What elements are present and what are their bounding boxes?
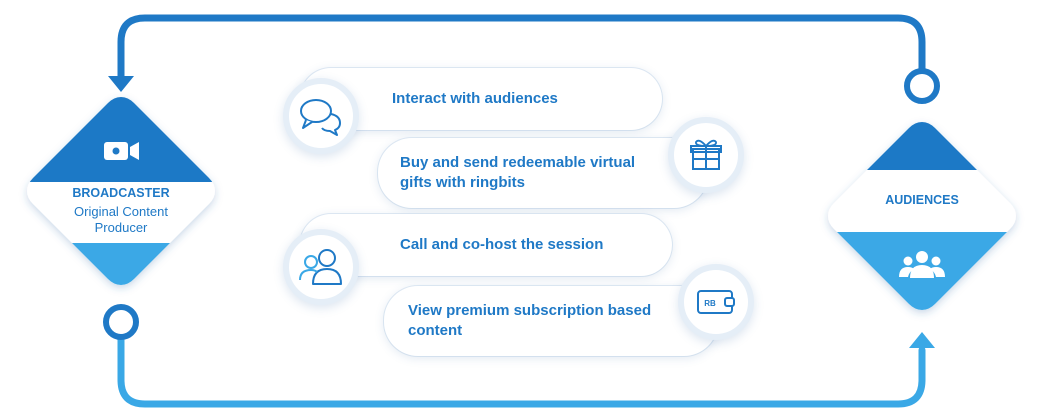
top-right-connector xyxy=(904,68,940,104)
feature-gifts-label-line1: Buy and send redeemable virtual xyxy=(400,154,636,171)
feature-interact-label: Interact with audiences xyxy=(392,90,558,107)
users-icon xyxy=(299,249,342,285)
wallet-circle: RB xyxy=(678,264,754,340)
broadcaster-subtitle-line2: Producer xyxy=(94,220,148,235)
gift-circle xyxy=(668,117,744,193)
feature-gifts: Buy and send redeemable virtual gifts wi… xyxy=(378,138,708,208)
broadcaster-subtitle-line1: Original Content xyxy=(74,204,168,219)
gift-icon xyxy=(690,139,722,170)
chat-bubbles-icon xyxy=(300,99,341,136)
audiences-label: AUDIENCES xyxy=(862,193,982,207)
broadcaster-label: BROADCASTER Original Content Producer xyxy=(46,186,196,236)
wallet-icon-text: RB xyxy=(704,299,716,308)
arrow-down-icon xyxy=(108,76,134,92)
wallet-icon: RB xyxy=(697,290,735,314)
arrow-up-icon xyxy=(909,332,935,348)
feature-premium-label-line2: content xyxy=(408,322,463,339)
audiences-diamond xyxy=(828,122,1016,310)
feature-premium: View premium subscription based content xyxy=(384,286,718,356)
feature-call-label: Call and co-host the session xyxy=(400,236,604,253)
broadcaster-title: BROADCASTER xyxy=(72,186,170,200)
feature-premium-label-line1: View premium subscription based xyxy=(408,302,652,319)
users-circle xyxy=(283,229,359,305)
chat-circle xyxy=(283,78,359,154)
feature-gifts-label-line2: gifts with ringbits xyxy=(400,174,525,191)
audiences-title: AUDIENCES xyxy=(885,193,959,207)
bottom-left-connector xyxy=(103,304,139,340)
